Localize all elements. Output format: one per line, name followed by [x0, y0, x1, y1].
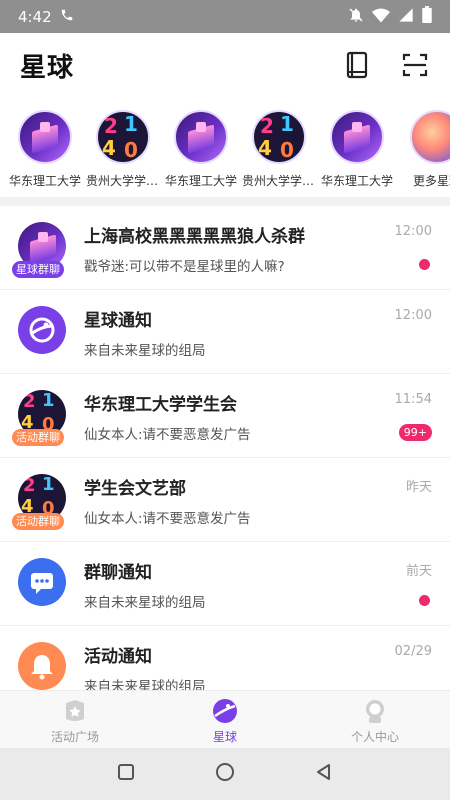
planet-circle-label: 华东理工大学 — [8, 174, 81, 188]
bottom-tab-bar: 活动广场 星球 个人中心 — [0, 690, 450, 748]
conversation-preview: 仙女本人:请不要恶意发广告 — [84, 427, 251, 443]
conversation-preview: 来自未来星球的组局 — [84, 595, 206, 611]
planet-avatar — [330, 110, 384, 164]
group-tag: 星球群聊 — [12, 261, 64, 278]
conversation-row[interactable]: 群聊通知 前天 来自未来星球的组局 — [0, 542, 450, 626]
recents-icon[interactable] — [116, 762, 136, 786]
planet-circle-item[interactable]: 华东理工大学 — [6, 105, 84, 189]
phone-call-icon — [60, 8, 74, 26]
unread-dot — [419, 259, 430, 270]
conversation-row[interactable]: 2140 活动群聊 华东理工大学学生会 11:54 仙女本人:请不要恶意发广告 … — [0, 374, 450, 458]
conversation-list: 星球群聊 上海高校黑黑黑黑黑狼人杀群 12:00 戳爷迷:可以带不是星球里的人嘛… — [0, 206, 450, 690]
book-icon[interactable] — [342, 50, 372, 80]
planet-circle-item[interactable]: 华东理工大学 — [318, 105, 396, 189]
planet-avatar: 2140 — [252, 110, 306, 164]
conversation-time: 12:00 — [394, 308, 432, 323]
planet-circle-label: 贵州大学学生会 — [242, 174, 316, 188]
conversation-time: 昨天 — [405, 480, 432, 495]
group-tag: 活动群聊 — [12, 513, 64, 530]
planet-avatar — [18, 110, 72, 164]
group-tag: 活动群聊 — [12, 429, 64, 446]
system-nav-bar — [0, 748, 450, 800]
planet-circle-label: 华东理工大学 — [320, 174, 393, 188]
planet-circle-item[interactable]: 华东理工大学 — [162, 105, 240, 189]
conversation-time: 12:00 — [394, 224, 432, 239]
planet-avatar — [174, 110, 228, 164]
unread-dot — [419, 595, 430, 606]
section-divider — [0, 197, 450, 206]
planet-circle-label: 更多星球 — [412, 174, 450, 188]
conversation-name: 群聊通知 — [84, 563, 152, 583]
page-title: 星球 — [20, 52, 75, 83]
conversation-row[interactable]: 2140 活动群聊 学生会文艺部 昨天 仙女本人:请不要恶意发广告 — [0, 458, 450, 542]
conversation-name: 华东理工大学学生会 — [84, 395, 237, 415]
planet-circle-item[interactable]: 2140 贵州大学学生会 — [84, 105, 162, 189]
tab-activity-square[interactable]: 活动广场 — [0, 691, 150, 748]
conversation-preview: 来自未来星球的组局 — [84, 343, 206, 359]
status-bar: 4:42 — [0, 0, 450, 33]
activity-square-icon — [61, 697, 89, 725]
more-planets-item[interactable]: 更多星球 — [398, 105, 450, 189]
conversation-time: 前天 — [405, 564, 432, 579]
wifi-icon — [372, 7, 390, 27]
planet-circle-list: 华东理工大学 2140 贵州大学学生会 华东理工大学 2140 贵州大学学生会 … — [0, 105, 450, 197]
more-planets-icon — [410, 110, 450, 164]
conversation-preview: 仙女本人:请不要恶意发广告 — [84, 511, 251, 527]
app-header: 星球 — [0, 33, 450, 97]
mute-icon — [348, 7, 364, 27]
tab-label: 个人中心 — [350, 730, 399, 744]
conversation-preview: 来自未来星球的组局 — [84, 679, 206, 690]
conversation-row[interactable]: 星球群聊 上海高校黑黑黑黑黑狼人杀群 12:00 戳爷迷:可以带不是星球里的人嘛… — [0, 206, 450, 290]
signal-icon — [398, 7, 414, 27]
conversation-name: 活动通知 — [84, 647, 152, 667]
status-time: 4:42 — [18, 7, 52, 26]
planet-circle-label: 贵州大学学生会 — [86, 174, 160, 188]
conversation-time: 11:54 — [394, 392, 432, 407]
conversation-name: 上海高校黑黑黑黑黑狼人杀群 — [84, 227, 305, 247]
astronaut-icon — [361, 697, 389, 725]
unread-count-badge: 99+ — [398, 424, 432, 441]
tab-label: 活动广场 — [50, 730, 99, 744]
planet-circle-item[interactable]: 2140 贵州大学学生会 — [240, 105, 318, 189]
planet-notice-icon — [18, 306, 66, 354]
planet-avatar: 2140 — [96, 110, 150, 164]
battery-icon — [422, 6, 432, 27]
tab-label: 星球 — [212, 730, 237, 744]
planet-circle-label: 华东理工大学 — [164, 174, 237, 188]
planet-icon — [211, 697, 239, 725]
tab-planet[interactable]: 星球 — [150, 691, 300, 748]
conversation-name: 学生会文艺部 — [84, 479, 186, 499]
conversation-row[interactable]: 星球通知 12:00 来自未来星球的组局 — [0, 290, 450, 374]
conversation-name: 星球通知 — [84, 311, 152, 331]
scan-icon[interactable] — [400, 50, 430, 80]
bell-notice-icon — [18, 642, 66, 690]
home-icon[interactable] — [214, 761, 236, 787]
conversation-row[interactable]: 活动通知 02/29 来自未来星球的组局 — [0, 626, 450, 690]
tab-profile[interactable]: 个人中心 — [300, 691, 450, 748]
back-icon[interactable] — [314, 762, 334, 786]
chat-notice-icon — [18, 558, 66, 606]
conversation-preview: 戳爷迷:可以带不是星球里的人嘛? — [84, 259, 285, 275]
conversation-time: 02/29 — [394, 644, 432, 659]
